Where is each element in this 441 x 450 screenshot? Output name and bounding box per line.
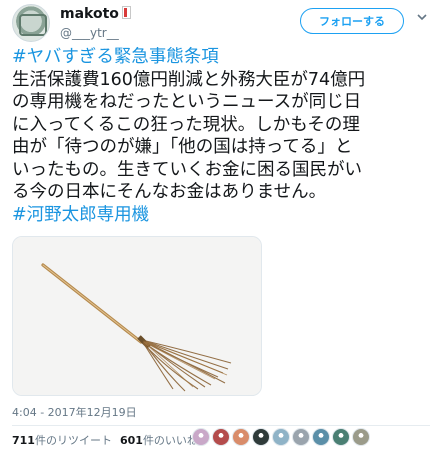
hashtag-link[interactable]: #ヤバすぎる緊急事態条項	[12, 47, 219, 67]
tweet-line: 生活保護費160億円削減と外務大臣が74億円	[12, 69, 432, 92]
retweets-stat[interactable]: 711件のリツイート	[12, 434, 112, 447]
author-handle[interactable]: @___ytr__	[60, 26, 119, 40]
tweet-line: に入ってくるこの狂った現状。しかもその理	[12, 114, 432, 137]
avatar[interactable]	[12, 4, 50, 42]
tweet-line: #ヤバすぎる緊急事態条項	[12, 46, 432, 69]
tweet-text-run: に入ってくるこの狂った現状。しかもその理	[12, 114, 360, 135]
tweet-line: 由が「待つのが嫌」「他の国は持ってる」と	[12, 136, 432, 159]
liker-avatar[interactable]	[332, 428, 350, 446]
liker-avatar[interactable]	[312, 428, 330, 446]
retweets-label: 件のリツイート	[34, 434, 112, 447]
follow-button[interactable]: フォローする	[300, 8, 404, 34]
tweet-timestamp[interactable]: 4:04 - 2017年12月19日	[12, 404, 137, 420]
tweet-text-run: いったもの。生きていくお金に困る国民がい	[12, 159, 362, 180]
tweet-text-run: る今の日本にそんなお金はありません。	[12, 182, 327, 202]
liker-avatar[interactable]	[292, 428, 310, 446]
tweet-line: る今の日本にそんなお金はありません。	[12, 181, 432, 204]
author-name-text: makoto	[60, 6, 119, 22]
liker-avatar[interactable]	[212, 428, 230, 446]
tweet-line: いったもの。生きていくお金に困る国民がい	[12, 159, 432, 182]
tweet-header: makoto @___ytr__ フォローする	[12, 4, 432, 44]
liker-avatar[interactable]	[252, 428, 270, 446]
retweets-count: 711	[12, 434, 35, 447]
likes-label: 件のいいね	[142, 434, 198, 447]
liker-avatar[interactable]	[232, 428, 250, 446]
broom-illustration	[13, 237, 261, 395]
tweet-text-run: 生活保護費160億円削減と外務大臣が74億円	[12, 69, 366, 90]
liker-avatars	[192, 428, 370, 450]
tweet-line: #河野太郎専用機	[12, 204, 432, 227]
bookmark-badge-icon	[121, 6, 131, 19]
tweet-text: #ヤバすぎる緊急事態条項 生活保護費160億円削減と外務大臣が74億円 の専用機をね…	[12, 46, 432, 226]
tweet-image[interactable]	[12, 236, 262, 396]
likes-count: 601	[119, 434, 143, 447]
liker-avatar[interactable]	[272, 428, 290, 446]
author-display-name[interactable]: makoto	[60, 6, 131, 22]
tweet-line: の専用機をねだったというニュースが同じ日	[12, 91, 432, 114]
liker-avatar[interactable]	[352, 428, 370, 446]
tweet-text-run: 由が「待つのが嫌」「他の国は持ってる」と	[12, 137, 353, 157]
divider	[12, 425, 430, 426]
tweet-stats: 711件のリツイート 601件のいいね	[12, 432, 198, 448]
chevron-down-icon[interactable]	[417, 12, 427, 22]
liker-avatar[interactable]	[192, 428, 210, 446]
likes-stat[interactable]: 601件のいいね	[120, 434, 198, 447]
tweet-text-run: の専用機をねだったというニュースが同じ日	[12, 92, 362, 112]
hashtag-link[interactable]: #河野太郎専用機	[12, 205, 149, 225]
